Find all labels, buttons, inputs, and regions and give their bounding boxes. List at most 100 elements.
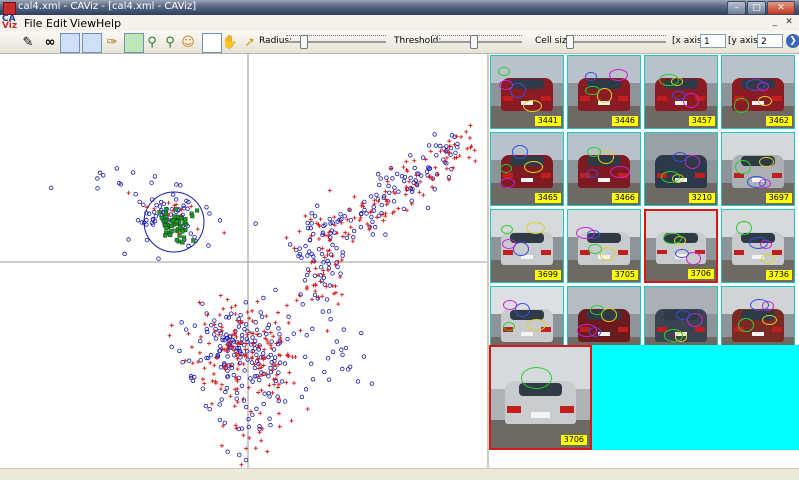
- data-point: [197, 350, 202, 355]
- maximize-button[interactable]: □: [747, 1, 766, 15]
- image-cell[interactable]: 3697: [721, 132, 795, 206]
- data-point: [252, 365, 258, 371]
- close-button[interactable]: ✕: [767, 1, 795, 15]
- comment-icon[interactable]: [124, 33, 144, 53]
- navigate-icon[interactable]: ❯: [786, 34, 799, 48]
- cell-size-slider-thumb[interactable]: [566, 35, 574, 49]
- cell-size-slider[interactable]: [566, 41, 666, 43]
- data-point: [233, 311, 238, 316]
- data-point: [174, 238, 179, 243]
- points-layer: [49, 123, 478, 467]
- image-cell[interactable]: 3441: [490, 55, 564, 129]
- data-point: [137, 199, 142, 205]
- data-point: [158, 199, 164, 205]
- data-point: [243, 404, 249, 410]
- data-point: [452, 156, 457, 161]
- child-close-button[interactable]: ✕: [783, 17, 795, 28]
- child-minimize-button[interactable]: _: [769, 17, 781, 28]
- image-cell[interactable]: 3446: [567, 55, 641, 129]
- select-b-icon[interactable]: [82, 33, 102, 53]
- zoom-in-icon[interactable]: ⚲: [144, 34, 160, 50]
- data-point: [244, 341, 249, 346]
- data-point: [195, 208, 200, 213]
- image-cell-label: 3446: [611, 116, 638, 126]
- menu-help[interactable]: Help: [96, 17, 121, 30]
- zoom-out-icon[interactable]: ⚲: [162, 34, 178, 50]
- menu-file[interactable]: File: [24, 17, 42, 30]
- data-point: [274, 372, 279, 377]
- data-point: [192, 234, 197, 240]
- data-point: [202, 381, 207, 386]
- data-point: [309, 211, 314, 216]
- data-point: [340, 366, 345, 372]
- lasso-icon[interactable]: ✑: [104, 34, 120, 50]
- data-point: [312, 292, 318, 298]
- data-point: [319, 251, 325, 257]
- data-point: [218, 344, 223, 349]
- select-w-icon[interactable]: [60, 33, 80, 53]
- hand-icon[interactable]: ✋: [222, 34, 238, 50]
- image-cell[interactable]: 3457: [644, 55, 718, 129]
- data-point: [242, 326, 247, 332]
- data-point: [166, 200, 171, 205]
- data-point: [418, 179, 423, 184]
- face-icon[interactable]: ☺: [180, 34, 196, 50]
- data-point: [287, 370, 292, 375]
- scatter-canvas[interactable]: [0, 54, 487, 468]
- data-point: [181, 235, 186, 240]
- data-point: [188, 231, 193, 236]
- data-point: [232, 404, 237, 409]
- menu-view[interactable]: View: [70, 17, 96, 30]
- data-point: [390, 176, 395, 181]
- data-point: [163, 233, 168, 238]
- data-point: [330, 271, 335, 276]
- image-cell[interactable]: 3210: [644, 132, 718, 206]
- y-axis-input[interactable]: 2: [757, 34, 783, 48]
- image-cell-label: 3457: [688, 116, 715, 126]
- data-point: [297, 229, 302, 234]
- scatter-plot[interactable]: [0, 54, 487, 468]
- data-point: [272, 355, 278, 360]
- radius-slider-thumb[interactable]: [300, 35, 309, 49]
- data-point: [321, 275, 327, 281]
- image-cell[interactable]: 3706: [644, 209, 718, 283]
- data-point: [267, 416, 272, 421]
- data-point: [273, 320, 278, 325]
- data-point: [396, 206, 401, 211]
- data-point: [258, 310, 263, 315]
- glasses-icon[interactable]: ∞: [42, 34, 58, 50]
- edit-icon[interactable]: ✎: [20, 34, 36, 50]
- data-point: [423, 157, 428, 162]
- minimize-button[interactable]: –: [727, 1, 746, 15]
- image-cell[interactable]: 3466: [567, 132, 641, 206]
- data-point: [311, 231, 316, 237]
- data-point: [286, 320, 291, 325]
- data-point: [225, 449, 230, 454]
- image-cell[interactable]: 3736: [721, 209, 795, 283]
- data-point: [234, 396, 239, 401]
- selected-image[interactable]: 3706: [489, 345, 592, 450]
- pick-icon[interactable]: ➚: [242, 34, 258, 50]
- data-point: [304, 333, 309, 338]
- data-point: [320, 294, 325, 299]
- x-axis-input[interactable]: 1: [700, 34, 726, 48]
- menu-edit[interactable]: Edit: [46, 17, 67, 30]
- image-cell[interactable]: 3705: [567, 209, 641, 283]
- data-point: [426, 143, 432, 148]
- data-point: [433, 143, 439, 148]
- threshold-slider-thumb[interactable]: [469, 35, 478, 49]
- image-cell-label: 3466: [611, 193, 638, 203]
- data-point: [233, 423, 238, 428]
- data-point: [169, 223, 174, 228]
- data-point: [391, 199, 397, 204]
- data-point: [231, 372, 236, 378]
- image-cell[interactable]: 3699: [490, 209, 564, 283]
- data-point: [373, 225, 378, 230]
- data-point: [239, 332, 245, 338]
- image-cell[interactable]: 3465: [490, 132, 564, 206]
- data-point: [328, 316, 333, 322]
- image-cell[interactable]: 3462: [721, 55, 795, 129]
- data-point: [245, 332, 250, 337]
- pointer-icon[interactable]: [202, 33, 222, 53]
- data-point: [126, 237, 131, 242]
